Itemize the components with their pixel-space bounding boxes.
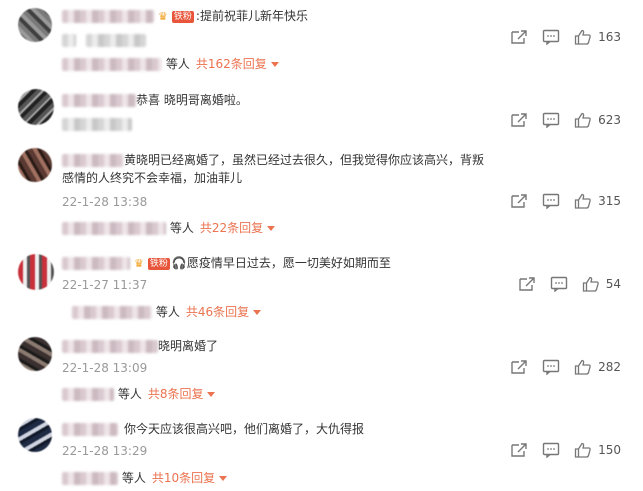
thumbs-up-icon bbox=[574, 193, 591, 209]
avatar[interactable] bbox=[18, 8, 52, 42]
comment-actions: 282 bbox=[510, 359, 621, 375]
avatar[interactable] bbox=[18, 148, 52, 182]
replies-prefix: 等人 bbox=[117, 387, 142, 401]
comment-icon[interactable] bbox=[542, 193, 560, 209]
view-replies-link[interactable]: 共162条回复 bbox=[196, 57, 279, 71]
blurred-content bbox=[85, 34, 146, 47]
avatar[interactable] bbox=[18, 418, 52, 452]
like-count: 282 bbox=[598, 360, 621, 374]
like-button[interactable]: 54 bbox=[582, 276, 621, 292]
comment-icon[interactable] bbox=[542, 29, 560, 45]
comment-actions: 623 bbox=[510, 112, 621, 128]
chevron-down-icon bbox=[270, 62, 279, 67]
replies-summary: 等人 共10条回复 bbox=[62, 470, 228, 486]
like-count: 54 bbox=[605, 277, 621, 291]
fan-badge: 铁粉 bbox=[171, 10, 194, 23]
username-blurred[interactable] bbox=[62, 154, 124, 167]
like-button[interactable]: 282 bbox=[574, 359, 621, 375]
replies-prefix: 等人 bbox=[165, 57, 190, 71]
share-icon[interactable] bbox=[510, 29, 528, 45]
like-button[interactable]: 163 bbox=[574, 29, 621, 45]
comment-actions: 150 bbox=[510, 442, 621, 458]
comment-text: 你今天应该很高兴吧，他们离婚了，大仇得报 bbox=[124, 422, 365, 436]
avatar[interactable] bbox=[18, 89, 54, 125]
comment-text: :提前祝菲儿新年快乐 bbox=[195, 9, 308, 23]
crown-icon: ♛ bbox=[158, 9, 168, 23]
comment-extra bbox=[62, 116, 132, 132]
view-replies-link[interactable]: 共8条回复 bbox=[148, 387, 216, 401]
comment-icon[interactable] bbox=[550, 276, 568, 292]
username-blurred[interactable] bbox=[62, 94, 136, 107]
replies-summary: 等人 共22条回复 bbox=[62, 220, 276, 236]
replies-summary: 等人 共162条回复 bbox=[62, 56, 279, 72]
comment-actions: 315 bbox=[510, 193, 621, 209]
comment-body: 黄晓明已经离婚了，虽然已经过去很久，但我觉得你应该高兴，背叛感情的人终究不会幸福… bbox=[62, 151, 492, 187]
comment-actions: 54 bbox=[518, 276, 621, 292]
username-blurred[interactable] bbox=[62, 340, 158, 353]
thumbs-up-icon bbox=[574, 442, 591, 458]
timestamp: 22-1-28 13:29 bbox=[62, 444, 148, 458]
replies-prefix: 等人 bbox=[155, 305, 180, 319]
comment-header: ♛ 铁粉 🎧愿疫情早日过去，愿一切美好如期而至 bbox=[62, 255, 391, 272]
comment-icon[interactable] bbox=[542, 442, 560, 458]
timestamp: 22-1-28 13:38 bbox=[62, 195, 148, 209]
blurred-replier bbox=[62, 472, 118, 485]
comment-text: 晓明离婚了 bbox=[158, 339, 219, 353]
blurred-content bbox=[62, 34, 76, 47]
blurred-replier bbox=[62, 222, 166, 235]
comment-header: ♛ 铁粉:提前祝菲儿新年快乐 bbox=[62, 8, 308, 25]
blurred-replier bbox=[72, 306, 152, 319]
like-count: 163 bbox=[598, 30, 621, 44]
thumbs-up-icon bbox=[574, 112, 591, 128]
username-blurred[interactable] bbox=[62, 10, 154, 23]
view-replies-link[interactable]: 共46条回复 bbox=[186, 305, 262, 319]
thumbs-up-icon bbox=[582, 276, 599, 292]
comment-header: 恭喜 晓明哥离婚啦。 bbox=[62, 92, 248, 108]
username-blurred[interactable] bbox=[62, 423, 118, 436]
timestamp: 22-1-27 11:37 bbox=[62, 278, 148, 292]
comment-text: 🎧愿疫情早日过去，愿一切美好如期而至 bbox=[171, 256, 391, 270]
view-replies-link[interactable]: 共22条回复 bbox=[200, 221, 276, 235]
chevron-down-icon bbox=[207, 392, 216, 397]
like-count: 150 bbox=[598, 443, 621, 457]
replies-summary: 等人 共46条回复 bbox=[72, 304, 262, 320]
comment-header: 你今天应该很高兴吧，他们离婚了，大仇得报 bbox=[62, 421, 364, 437]
comment-actions: 163 bbox=[510, 29, 621, 45]
chevron-down-icon bbox=[253, 310, 262, 315]
comment-text: 黄晓明已经离婚了，虽然已经过去很久，但我觉得你应该高兴，背叛感情的人终究不会幸福… bbox=[62, 153, 485, 185]
replies-summary: 等人 共8条回复 bbox=[62, 386, 216, 402]
share-icon[interactable] bbox=[510, 112, 528, 128]
avatar[interactable] bbox=[18, 337, 52, 371]
view-replies-link[interactable]: 共10条回复 bbox=[152, 471, 228, 485]
share-icon[interactable] bbox=[510, 442, 528, 458]
share-icon[interactable] bbox=[510, 359, 528, 375]
like-button[interactable]: 315 bbox=[574, 193, 621, 209]
timestamp: 22-1-28 13:09 bbox=[62, 361, 148, 375]
like-count: 623 bbox=[598, 113, 621, 127]
like-button[interactable]: 623 bbox=[574, 112, 621, 128]
thumbs-up-icon bbox=[574, 29, 591, 45]
replies-prefix: 等人 bbox=[121, 471, 146, 485]
share-icon[interactable] bbox=[510, 193, 528, 209]
crown-icon: ♛ bbox=[134, 256, 144, 270]
comment-icon[interactable] bbox=[542, 359, 560, 375]
chevron-down-icon bbox=[219, 476, 228, 481]
like-button[interactable]: 150 bbox=[574, 442, 621, 458]
blurred-content bbox=[62, 118, 132, 131]
comment-extra bbox=[62, 32, 146, 48]
fan-badge: 铁粉 bbox=[147, 257, 170, 270]
comment-icon[interactable] bbox=[542, 112, 560, 128]
replies-prefix: 等人 bbox=[169, 221, 194, 235]
comment-header: 晓明离婚了 bbox=[62, 338, 218, 354]
avatar[interactable] bbox=[18, 254, 54, 290]
like-count: 315 bbox=[598, 194, 621, 208]
thumbs-up-icon bbox=[574, 359, 591, 375]
username-blurred[interactable] bbox=[62, 257, 130, 270]
share-icon[interactable] bbox=[518, 276, 536, 292]
blurred-replier bbox=[62, 58, 162, 71]
comment-text: 恭喜 晓明哥离婚啦。 bbox=[136, 93, 248, 107]
chevron-down-icon bbox=[267, 226, 276, 231]
blurred-replier bbox=[62, 388, 114, 401]
